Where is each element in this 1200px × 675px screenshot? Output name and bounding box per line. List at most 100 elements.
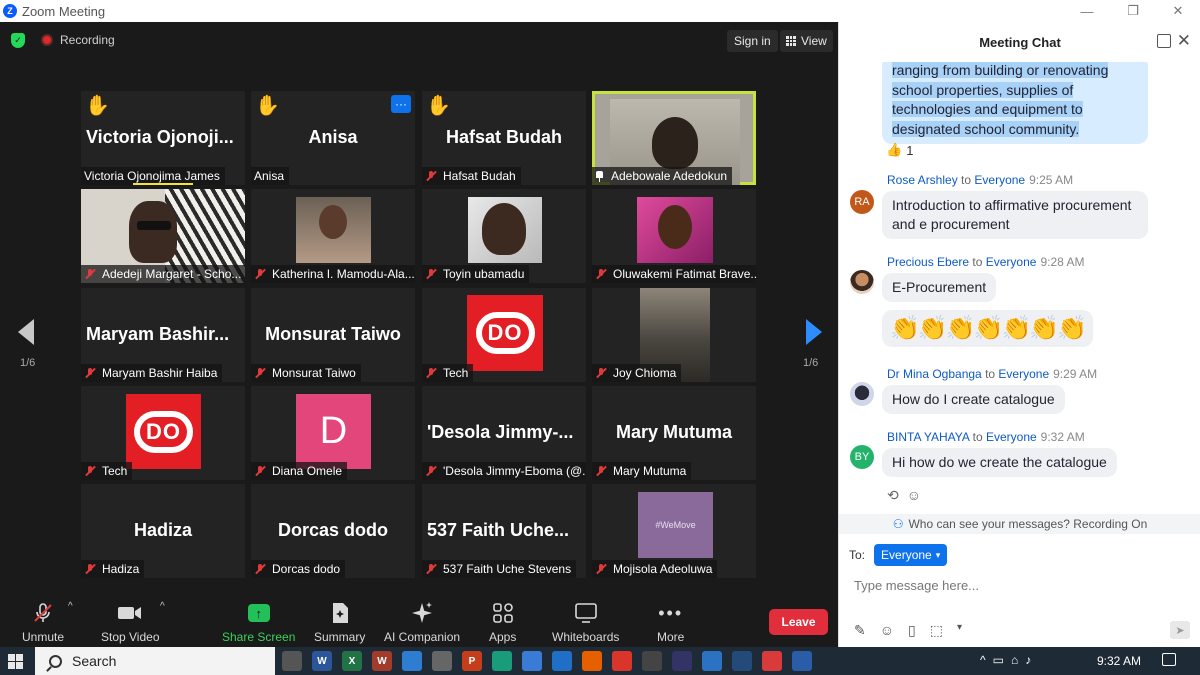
chat-message-bubble[interactable]: Introduction to affirmative procurement … bbox=[882, 191, 1148, 239]
participant-display-name: Victoria Ojonoji... bbox=[86, 127, 234, 147]
clapping-hands-message[interactable]: 👏👏👏👏👏👏👏 bbox=[882, 310, 1094, 347]
video-options-chevron-icon[interactable]: ^ bbox=[160, 601, 165, 612]
participant-tile[interactable]: Mary Mutuma Mary Mutuma bbox=[592, 386, 756, 480]
share-screen-button[interactable]: ↑ Share Screen bbox=[222, 601, 295, 644]
participant-tile[interactable]: ✋ Hafsat Budah Hafsat Budah bbox=[422, 91, 586, 185]
participant-tile[interactable]: Monsurat Taiwo Monsurat Taiwo bbox=[251, 288, 415, 382]
chat-message-bubble[interactable]: How do I create catalogue bbox=[882, 385, 1065, 414]
format-text-icon[interactable]: ✎ bbox=[854, 622, 866, 639]
add-reaction-icon[interactable]: ☺ bbox=[907, 487, 921, 504]
participant-tile[interactable]: Toyin ubamadu bbox=[422, 189, 586, 283]
participant-tile[interactable]: DO Tech bbox=[422, 288, 586, 382]
chat-title: Meeting Chat bbox=[979, 34, 1061, 50]
whiteboards-button[interactable]: Whiteboards bbox=[552, 601, 619, 644]
more-options-chevron-icon[interactable]: ▾ bbox=[957, 622, 962, 639]
security-shield-icon[interactable]: ✓ bbox=[11, 33, 25, 48]
edge-icon[interactable] bbox=[492, 651, 512, 671]
stop-video-label: Stop Video bbox=[101, 630, 160, 644]
windows-start-icon[interactable] bbox=[8, 654, 23, 669]
reply-icon[interactable]: ⟲ bbox=[887, 487, 899, 504]
app-icon[interactable] bbox=[642, 651, 662, 671]
powerpoint-icon[interactable]: P bbox=[462, 651, 482, 671]
firefox-icon[interactable] bbox=[582, 651, 602, 671]
chat-message-bubble[interactable]: Hi how do we create the catalogue bbox=[882, 448, 1117, 477]
chat-message-list[interactable]: ranging from building or renovating scho… bbox=[839, 62, 1191, 512]
apps-button[interactable]: Apps bbox=[489, 601, 516, 644]
app-icon[interactable] bbox=[732, 651, 752, 671]
volume-icon[interactable]: ♪ bbox=[1025, 653, 1031, 667]
word-icon[interactable]: W bbox=[312, 651, 332, 671]
participant-tile[interactable]: Hadiza Hadiza bbox=[81, 484, 245, 578]
chat-message-bubble[interactable]: E-Procurement bbox=[882, 273, 997, 302]
battery-icon[interactable]: ▭ bbox=[993, 653, 1004, 667]
participant-tile[interactable]: DO Tech bbox=[81, 386, 245, 480]
participant-tile[interactable]: 'Desola Jimmy-... 'Desola Jimmy-Eboma (@… bbox=[422, 386, 586, 480]
view-button[interactable]: View bbox=[780, 30, 833, 52]
app-icon[interactable] bbox=[792, 651, 812, 671]
recipient-dropdown[interactable]: Everyone ▾ bbox=[874, 544, 948, 566]
file-explorer-icon[interactable] bbox=[522, 651, 542, 671]
leave-button[interactable]: Leave bbox=[769, 609, 828, 635]
previous-page-arrow-icon[interactable] bbox=[18, 319, 34, 345]
emoji-icon[interactable]: ☺ bbox=[880, 622, 894, 639]
participant-tile[interactable]: #WeMove Mojisola Adeoluwa bbox=[592, 484, 756, 578]
screenshot-icon[interactable]: ⬚ bbox=[930, 622, 943, 639]
reaction-count: 1 bbox=[906, 142, 914, 158]
summary-button[interactable]: Summary bbox=[314, 601, 365, 644]
app-icon[interactable] bbox=[432, 651, 452, 671]
participant-tile[interactable]: 537 Faith Uche... 537 Faith Uche Stevens bbox=[422, 484, 586, 578]
participant-tile[interactable]: Adedeji Margaret - Scho... bbox=[81, 189, 245, 283]
stop-video-button[interactable]: Stop Video bbox=[101, 601, 160, 644]
reaction-badge[interactable]: 👍 1 bbox=[886, 142, 913, 158]
photos-icon[interactable] bbox=[402, 651, 422, 671]
participant-tile[interactable]: D Diana Omele bbox=[251, 386, 415, 480]
close-window-icon[interactable]: ✕ bbox=[1155, 0, 1200, 22]
muted-mic-icon bbox=[84, 367, 96, 379]
taskbar-search[interactable]: Search bbox=[35, 647, 275, 675]
app-icon[interactable] bbox=[672, 651, 692, 671]
network-icon[interactable]: ⌂ bbox=[1011, 653, 1018, 667]
chat-message-input[interactable]: Type message here... bbox=[854, 578, 979, 593]
wordpad-icon[interactable]: W bbox=[372, 651, 392, 671]
close-chat-icon[interactable]: ✕ bbox=[1177, 31, 1191, 51]
participant-tile[interactable]: Joy Chioma bbox=[592, 288, 756, 382]
participant-name: Adebowale Adedokun bbox=[611, 169, 728, 183]
participant-tile[interactable]: Maryam Bashir... Maryam Bashir Haiba bbox=[81, 288, 245, 382]
app-icon[interactable] bbox=[762, 651, 782, 671]
participant-tile[interactable]: Oluwakemi Fatimat Brave... bbox=[592, 189, 756, 283]
excel-icon[interactable]: X bbox=[342, 651, 362, 671]
more-options-icon[interactable]: ··· bbox=[391, 95, 411, 113]
initial-avatar: D bbox=[296, 394, 371, 469]
minimize-icon[interactable]: — bbox=[1064, 0, 1110, 22]
participant-tile[interactable]: ✋ ··· Anisa Anisa bbox=[251, 91, 415, 185]
participant-name: Mojisola Adeoluwa bbox=[613, 562, 713, 576]
app-icon[interactable] bbox=[552, 651, 572, 671]
file-icon[interactable]: ▯ bbox=[908, 622, 916, 639]
chrome-icon[interactable] bbox=[612, 651, 632, 671]
recording-indicator[interactable]: Recording bbox=[36, 30, 115, 50]
next-page-arrow-icon[interactable] bbox=[806, 319, 822, 345]
do-logo-avatar: DO bbox=[126, 394, 201, 469]
participant-tile[interactable]: Dorcas dodo Dorcas dodo bbox=[251, 484, 415, 578]
maximize-icon[interactable]: ❐ bbox=[1110, 0, 1156, 22]
sign-in-button[interactable]: Sign in bbox=[727, 30, 778, 52]
participant-tile-active-speaker[interactable]: Adebowale Adedokun bbox=[592, 91, 756, 185]
muted-mic-icon bbox=[595, 367, 607, 379]
task-view-icon[interactable] bbox=[282, 651, 302, 671]
recording-label: Recording bbox=[60, 33, 115, 47]
chevron-up-icon[interactable]: ^ bbox=[980, 653, 986, 667]
audio-options-chevron-icon[interactable]: ^ bbox=[68, 601, 73, 612]
pop-out-icon[interactable] bbox=[1157, 34, 1171, 48]
recipient-value: Everyone bbox=[881, 548, 932, 562]
participant-tile[interactable]: ✋ Victoria Ojonoji... Victoria Ojonojima… bbox=[81, 91, 245, 185]
chat-message-bubble[interactable]: ranging from building or renovating scho… bbox=[882, 62, 1148, 144]
taskbar-clock[interactable]: 9:32 AM bbox=[1097, 654, 1141, 668]
more-button[interactable]: ••• More bbox=[657, 601, 684, 645]
unmute-button[interactable]: Unmute bbox=[22, 601, 64, 644]
privacy-notice[interactable]: ⚇ Who can see your messages? Recording O… bbox=[839, 514, 1200, 534]
app-icon[interactable] bbox=[702, 651, 722, 671]
participant-tile[interactable]: Katherina I. Mamodu-Ala... bbox=[251, 189, 415, 283]
ai-companion-button[interactable]: AI Companion bbox=[384, 601, 460, 644]
send-icon[interactable]: ➤ bbox=[1170, 621, 1190, 639]
notification-icon[interactable] bbox=[1162, 653, 1176, 666]
